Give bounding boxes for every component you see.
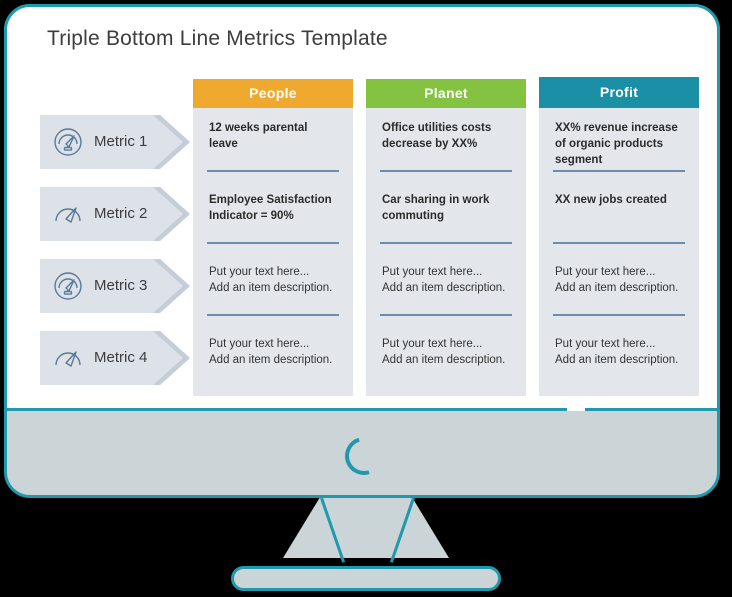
gauge-circle-icon — [52, 270, 84, 302]
metric-label: Metric 3 — [94, 277, 148, 294]
gauge-open-icon — [52, 342, 84, 374]
table-cell[interactable]: Put your text here... Add an item descrip… — [193, 324, 353, 396]
cell-text: XX new jobs created — [555, 194, 667, 206]
gauge-circle-icon — [52, 126, 84, 158]
slide-canvas: Triple Bottom Line Metrics Template Metr… — [7, 7, 717, 408]
column-people: People 12 weeks parental leave Employee … — [193, 79, 353, 396]
cell-text: Put your text here... Add an item descrip… — [555, 266, 679, 294]
cell-text: Put your text here... Add an item descrip… — [382, 338, 506, 366]
metric-label: Metric 4 — [94, 349, 148, 366]
cell-text: Put your text here... Add an item descrip… — [382, 266, 506, 294]
page-title: Triple Bottom Line Metrics Template — [47, 27, 388, 50]
table-cell[interactable]: Car sharing in work commuting — [366, 180, 526, 252]
metric-row[interactable]: Metric 4 — [40, 331, 190, 385]
cell-divider — [207, 314, 339, 316]
cell-text: Employee Satisfaction Indicator = 90% — [209, 194, 332, 222]
table-cell[interactable]: 12 weeks parental leave — [193, 108, 353, 180]
table-cell[interactable]: Office utilities costs decrease by XX% — [366, 108, 526, 180]
cell-divider — [380, 170, 512, 172]
cell-text: Put your text here... Add an item descrip… — [209, 266, 333, 294]
column-header-profit: Profit — [539, 77, 699, 108]
cell-divider — [380, 242, 512, 244]
metric-label: Metric 2 — [94, 205, 148, 222]
column-header-people: People — [193, 79, 353, 108]
cell-text: 12 weeks parental leave — [209, 122, 308, 150]
table-cell[interactable]: XX% revenue increase of organic products… — [539, 108, 699, 180]
metric-row[interactable]: Metric 2 — [40, 187, 190, 241]
cell-text: XX% revenue increase of organic products… — [555, 122, 678, 166]
table-cell[interactable]: Employee Satisfaction Indicator = 90% — [193, 180, 353, 252]
cell-divider — [380, 314, 512, 316]
cell-divider — [553, 242, 685, 244]
cell-divider — [553, 314, 685, 316]
column-body-people: 12 weeks parental leave Employee Satisfa… — [193, 108, 353, 396]
cell-text: Office utilities costs decrease by XX% — [382, 122, 492, 150]
metric-label: Metric 1 — [94, 133, 148, 150]
cell-text: Put your text here... Add an item descrip… — [555, 338, 679, 366]
monitor-stand-neck — [283, 498, 449, 558]
table-cell[interactable]: Put your text here... Add an item descrip… — [366, 252, 526, 324]
cell-text: Car sharing in work commuting — [382, 194, 490, 222]
column-profit: Profit XX% revenue increase of organic p… — [539, 77, 699, 396]
metric-row[interactable]: Metric 1 — [40, 115, 190, 169]
table-cell[interactable]: Put your text here... Add an item descrip… — [193, 252, 353, 324]
column-body-profit: XX% revenue increase of organic products… — [539, 108, 699, 396]
metric-list: Metric 1 Metric 2 Metric 3 Metric 4 — [40, 115, 190, 403]
cell-divider — [553, 170, 685, 172]
cell-divider — [207, 242, 339, 244]
gauge-open-icon — [52, 198, 84, 230]
table-cell[interactable]: XX new jobs created — [539, 180, 699, 252]
table-cell[interactable]: Put your text here... Add an item descrip… — [539, 324, 699, 396]
column-body-planet: Office utilities costs decrease by XX% C… — [366, 108, 526, 396]
computer-monitor: Triple Bottom Line Metrics Template Metr… — [0, 0, 732, 597]
metric-row[interactable]: Metric 3 — [40, 259, 190, 313]
column-header-planet: Planet — [366, 79, 526, 108]
table-cell[interactable]: Put your text here... Add an item descrip… — [366, 324, 526, 396]
table-cell[interactable]: Put your text here... Add an item descrip… — [539, 252, 699, 324]
cell-text: Put your text here... Add an item descrip… — [209, 338, 333, 366]
column-planet: Planet Office utilities costs decrease b… — [366, 79, 526, 396]
monitor-stand-base — [231, 566, 501, 591]
cell-divider — [207, 170, 339, 172]
